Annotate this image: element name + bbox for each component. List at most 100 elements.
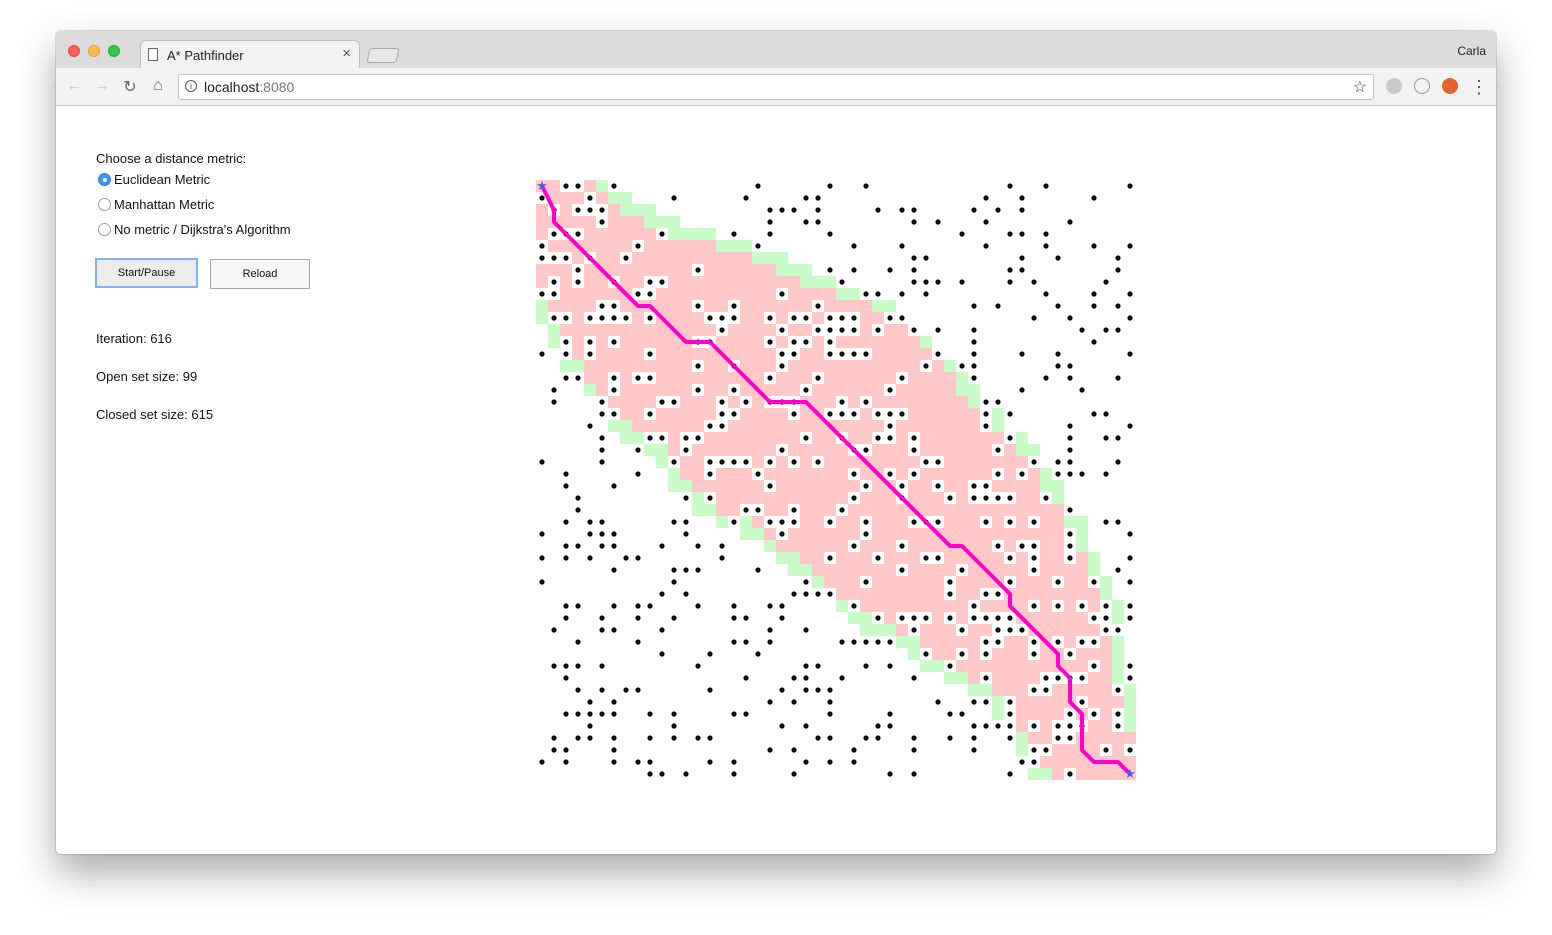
minimize-window-button[interactable] [88,45,100,57]
open-set-cell [800,564,812,576]
closed-set-cell [548,300,560,312]
closed-set-cell [836,360,848,372]
closed-set-cell [956,528,968,540]
obstacle-dot [611,387,617,393]
obstacle-dot [995,495,1001,501]
close-window-button[interactable] [68,45,80,57]
obstacle-dot [731,615,737,621]
closed-set-cell [1052,504,1064,516]
closed-set-cell [1040,504,1052,516]
back-arrow-icon[interactable]: ← [64,77,84,95]
profile-name[interactable]: Carla [1457,44,1486,58]
obstacle-dot [947,663,953,669]
obstacle-dot [1055,255,1061,261]
closed-set-cell [1124,732,1136,744]
dijkstra-radio[interactable] [98,223,111,236]
obstacle-dot [731,387,737,393]
closed-set-cell [740,300,752,312]
closed-set-cell [656,252,668,264]
metric-option-euclidean[interactable]: Euclidean Metric [98,172,210,187]
bookmark-star-icon[interactable]: ☆ [1353,77,1367,97]
euclidean-radio[interactable] [98,173,111,186]
closed-set-cell [932,408,944,420]
closed-set-cell [836,336,848,348]
open-set-cell [776,264,788,276]
obstacle-dot [1115,303,1121,309]
obstacle-dot [1091,639,1097,645]
extension-icon-1[interactable] [1386,78,1402,94]
closed-set-cell [1100,684,1112,696]
pathfinding-grid[interactable]: ★★ [536,180,1136,780]
closed-set-cell [620,336,632,348]
obstacle-dot [1007,627,1013,633]
obstacle-dot [983,723,989,729]
home-icon[interactable]: ⌂ [148,77,168,95]
closed-set-cell [824,288,836,300]
obstacle-dot [803,723,809,729]
open-set-cell [680,228,692,240]
closed-set-cell [848,360,860,372]
obstacle-dot [1043,375,1049,381]
forward-arrow-icon[interactable]: → [92,77,112,95]
closed-set-cell [944,648,956,660]
new-tab-button[interactable] [366,48,400,63]
closed-set-cell [1028,468,1040,480]
extension-icon-2[interactable] [1414,78,1430,94]
open-set-cell [608,192,620,204]
address-bar[interactable]: i localhost:8080 ☆ [178,74,1374,100]
closed-set-cell [824,564,836,576]
closed-set-cell [1076,576,1088,588]
tab-title: A* Pathfinder [167,48,244,63]
obstacle-dot [1019,231,1025,237]
closed-set-cell [908,600,920,612]
obstacle-dot [935,219,941,225]
obstacle-dot [695,303,701,309]
obstacle-dot [731,303,737,309]
obstacle-dot [911,735,917,741]
metric-option-dijkstra[interactable]: No metric / Dijkstra's Algorithm [98,222,291,237]
closed-set-cell [704,432,716,444]
obstacle-dot [1127,579,1133,585]
closed-set-cell [572,312,584,324]
maximize-window-button[interactable] [108,45,120,57]
closed-set-cell [776,336,788,348]
obstacle-dot [923,651,929,657]
closed-set-cell [752,312,764,324]
open-set-cell [944,360,956,372]
obstacle-dot [1043,675,1049,681]
open-set-cell [644,204,656,216]
obstacle-dot [1067,723,1073,729]
open-set-cell [920,336,932,348]
closed-set-cell [944,372,956,384]
tab-a-star-pathfinder[interactable]: A* Pathfinder × [140,40,360,69]
obstacle-dot [1031,687,1037,693]
menu-dots-icon[interactable]: ⋮ [1470,74,1488,100]
closed-set-cell [896,384,908,396]
closed-set-cell [536,228,548,240]
obstacle-dot [563,483,569,489]
closed-set-cell [632,336,644,348]
closed-set-cell [908,396,920,408]
closed-set-cell [824,432,836,444]
closed-set-cell [584,300,596,312]
obstacle-dot [1127,531,1133,537]
reload-icon[interactable]: ↻ [120,77,140,97]
start-pause-button[interactable]: Start/Pause [95,258,198,288]
info-icon[interactable]: i [185,80,197,92]
metric-option-manhattan[interactable]: Manhattan Metric [98,197,214,212]
extension-icon-3[interactable] [1442,78,1458,94]
obstacle-dot [815,459,821,465]
obstacle-dot [551,279,557,285]
obstacle-dot [1103,471,1109,477]
closed-set-cell [884,600,896,612]
closed-set-cell [776,504,788,516]
closed-set-cell [1016,648,1028,660]
obstacle-dot [1067,423,1073,429]
obstacle-dot [923,279,929,285]
closed-set-cell [836,420,848,432]
closed-set-cell [704,408,716,420]
manhattan-radio[interactable] [98,198,111,211]
reload-button[interactable]: Reload [210,259,310,289]
obstacle-dot [851,243,857,249]
close-tab-icon[interactable]: × [342,45,351,62]
